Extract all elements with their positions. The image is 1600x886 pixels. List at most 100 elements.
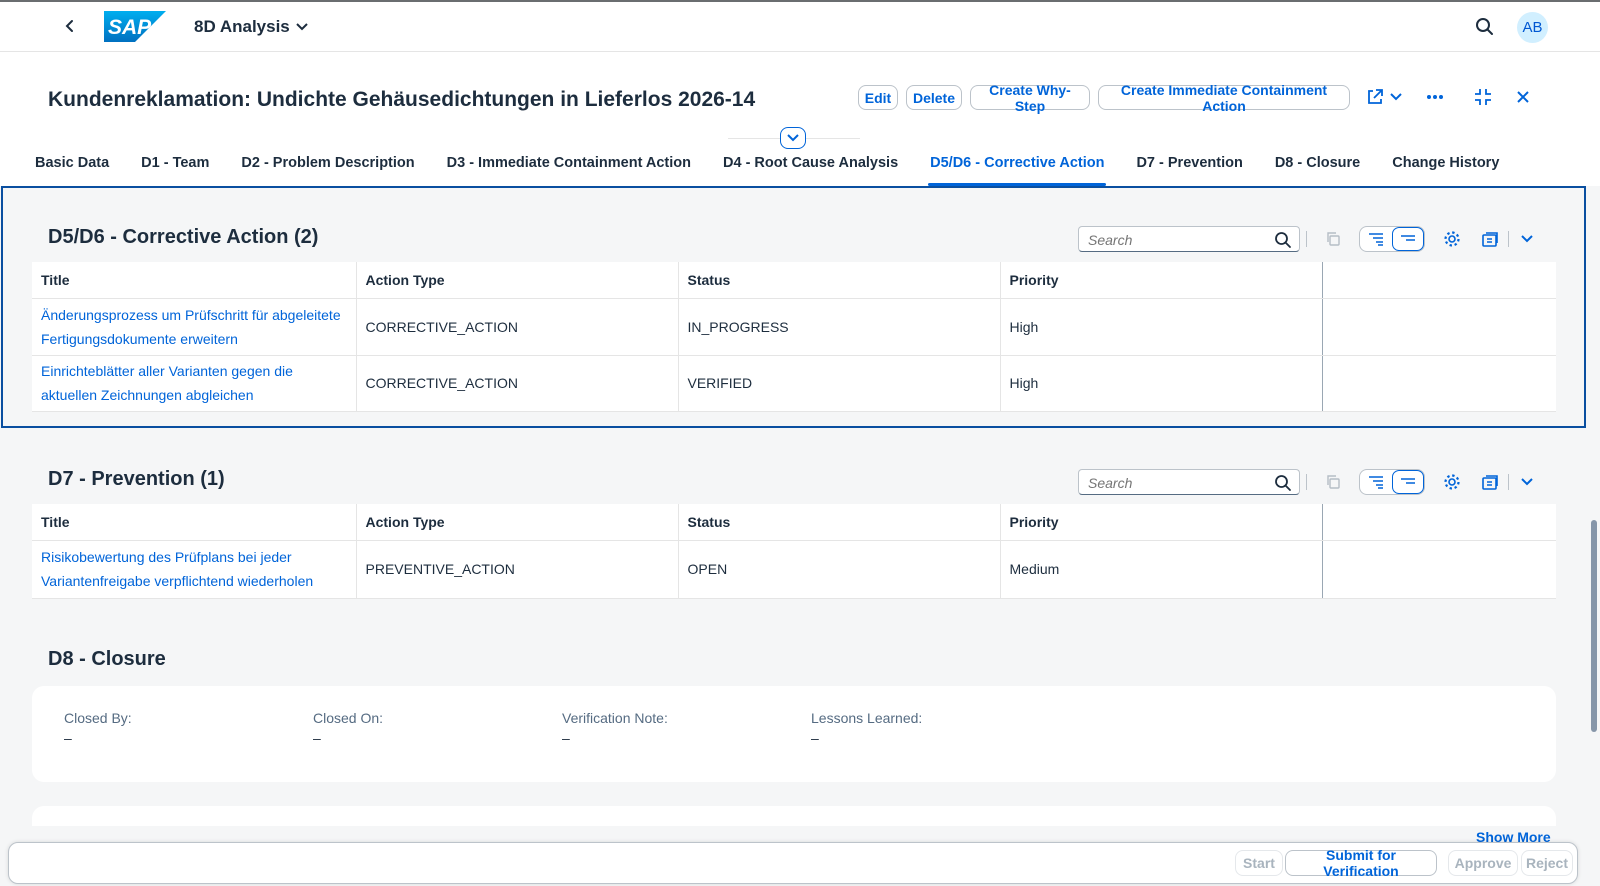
row-mode-toggle[interactable] [1359, 469, 1425, 495]
closure-form: Closed By: – Closed On: – Verification N… [32, 686, 1556, 782]
field-value: – [562, 730, 570, 746]
column-header-title[interactable]: Title [32, 262, 357, 299]
submit-for-verification-button[interactable]: Submit for Verification [1285, 847, 1437, 879]
column-header-status[interactable]: Status [678, 504, 1001, 541]
user-avatar[interactable]: AB [1517, 12, 1548, 43]
table-row[interactable]: Einrichteblätter aller Varianten gegen d… [32, 355, 1556, 412]
table-settings-button[interactable] [1439, 226, 1465, 252]
overflow-icon [1427, 95, 1443, 99]
title-line: Fertigungsdokumente erweitern [41, 330, 238, 347]
page-scrollbar[interactable] [1591, 520, 1597, 732]
column-header-action-type[interactable]: Action Type [356, 262, 679, 299]
chevron-down-icon [1521, 478, 1533, 486]
gear-icon [1444, 474, 1460, 490]
action-type-cell: PREVENTIVE_ACTION [356, 540, 679, 599]
export-button[interactable] [1477, 469, 1503, 495]
collapse-header-button[interactable] [780, 127, 806, 149]
prevention-search-field[interactable] [1078, 469, 1300, 495]
column-filler [1322, 262, 1556, 299]
start-button[interactable]: Start [1235, 850, 1283, 876]
back-button[interactable] [58, 14, 82, 38]
filler-cell [1322, 355, 1556, 412]
toolbar-separator [1306, 474, 1307, 490]
verification-note-field: Verification Note: – [562, 710, 668, 746]
search-icon[interactable] [1274, 231, 1292, 249]
table-settings-button[interactable] [1439, 469, 1465, 495]
close-icon [1517, 91, 1529, 103]
search-icon[interactable] [1274, 474, 1292, 492]
overflow-button[interactable] [1422, 84, 1448, 110]
tab-d7-prevention[interactable]: D7 - Prevention [1136, 152, 1242, 186]
close-button[interactable] [1510, 84, 1536, 110]
lessons-learned-field: Lessons Learned: – [811, 710, 922, 746]
export-button[interactable] [1477, 226, 1503, 252]
status-cell: OPEN [678, 540, 1001, 599]
table-row[interactable]: Risikobewertung des Prüfplans bei jeder V… [32, 540, 1556, 599]
search-icon [1476, 18, 1493, 35]
title-line: aktuellen Zeichnungen abgleichen [41, 387, 254, 403]
field-value: – [811, 730, 819, 746]
next-subsection-card [32, 806, 1556, 826]
prevention-search-input[interactable] [1088, 472, 1268, 494]
collapse-rows-toggle[interactable] [1391, 227, 1424, 251]
tab-d1-team[interactable]: D1 - Team [141, 152, 209, 186]
toolbar-separator [1508, 474, 1509, 490]
shell-search-button[interactable] [1474, 16, 1496, 38]
tab-change-history[interactable]: Change History [1392, 152, 1499, 186]
export-menu-button[interactable] [1514, 226, 1540, 252]
tab-d2-problem-description[interactable]: D2 - Problem Description [241, 152, 414, 186]
copy-button[interactable] [1320, 469, 1346, 495]
approve-button[interactable]: Approve [1448, 850, 1518, 876]
corrective-search-input[interactable] [1088, 229, 1268, 251]
column-header-action-type[interactable]: Action Type [356, 504, 679, 541]
create-why-step-button[interactable]: Create Why-Step [970, 82, 1090, 114]
toolbar-separator [1508, 231, 1509, 247]
reject-button[interactable]: Reject [1521, 850, 1573, 876]
corrective-search-field[interactable] [1078, 226, 1300, 252]
sort-descending-toggle[interactable] [1360, 227, 1392, 251]
exit-fullscreen-icon [1475, 89, 1491, 105]
field-label: Closed By: [64, 710, 132, 726]
corrective-action-title: D5/D6 - Corrective Action (2) [48, 226, 319, 248]
share-menu-button[interactable] [1362, 84, 1406, 110]
column-header-priority[interactable]: Priority [1000, 504, 1323, 541]
tab-d3-immediate-containment-action[interactable]: D3 - Immediate Containment Action [447, 152, 691, 186]
export-menu-button[interactable] [1514, 469, 1540, 495]
sort-descending-toggle[interactable] [1360, 470, 1392, 494]
column-header-priority[interactable]: Priority [1000, 262, 1323, 299]
action-title-link[interactable]: Einrichteblätter aller Varianten gegen d… [32, 355, 357, 412]
chevron-left-icon [65, 20, 73, 32]
edit-button[interactable]: Edit [858, 85, 898, 110]
table-header-row: Title Action Type Status Priority [32, 262, 1556, 299]
object-page-header: Kundenreklamation: Undichte Gehäusedicht… [0, 52, 1600, 186]
column-header-status[interactable]: Status [678, 262, 1001, 299]
chevron-down-icon [1390, 93, 1402, 101]
prevention-table: Title Action Type Status Priority Risiko… [32, 504, 1556, 599]
status-cell: IN_PROGRESS [678, 298, 1001, 356]
field-label: Closed On: [313, 710, 384, 726]
collapse-rows-toggle[interactable] [1391, 470, 1424, 494]
table-row[interactable]: Änderungsprozess um Prüfschritt für abge… [32, 298, 1556, 356]
priority-cell: Medium [1000, 540, 1323, 599]
create-immediate-containment-action-button[interactable]: Create Immediate Containment Action [1098, 82, 1350, 114]
app-title-menu[interactable]: 8D Analysis [194, 17, 308, 37]
exit-fullscreen-button[interactable] [1470, 84, 1496, 110]
action-title-link[interactable]: Änderungsprozess um Prüfschritt für abge… [32, 298, 357, 356]
tab-d4-root-cause-analysis[interactable]: D4 - Root Cause Analysis [723, 152, 898, 186]
tab-d5-d6-corrective-action[interactable]: D5/D6 - Corrective Action [928, 152, 1107, 186]
page-title: Kundenreklamation: Undichte Gehäusedicht… [48, 88, 756, 111]
row-mode-toggle[interactable] [1359, 226, 1425, 252]
tab-d8-closure[interactable]: D8 - Closure [1275, 152, 1360, 186]
priority-cell: High [1000, 355, 1323, 412]
field-value: – [64, 730, 72, 746]
column-header-title[interactable]: Title [32, 504, 357, 541]
action-title-link[interactable]: Risikobewertung des Prüfplans bei jeder V… [32, 540, 357, 599]
copy-button[interactable] [1320, 226, 1346, 252]
export-spreadsheet-icon [1482, 475, 1498, 490]
collapse-header-icon [787, 134, 799, 142]
sap-logo[interactable]: SAP [104, 11, 166, 42]
column-filler [1322, 504, 1556, 541]
delete-button[interactable]: Delete [906, 85, 962, 110]
field-label: Lessons Learned: [811, 710, 923, 726]
tab-basic-data[interactable]: Basic Data [35, 152, 109, 186]
